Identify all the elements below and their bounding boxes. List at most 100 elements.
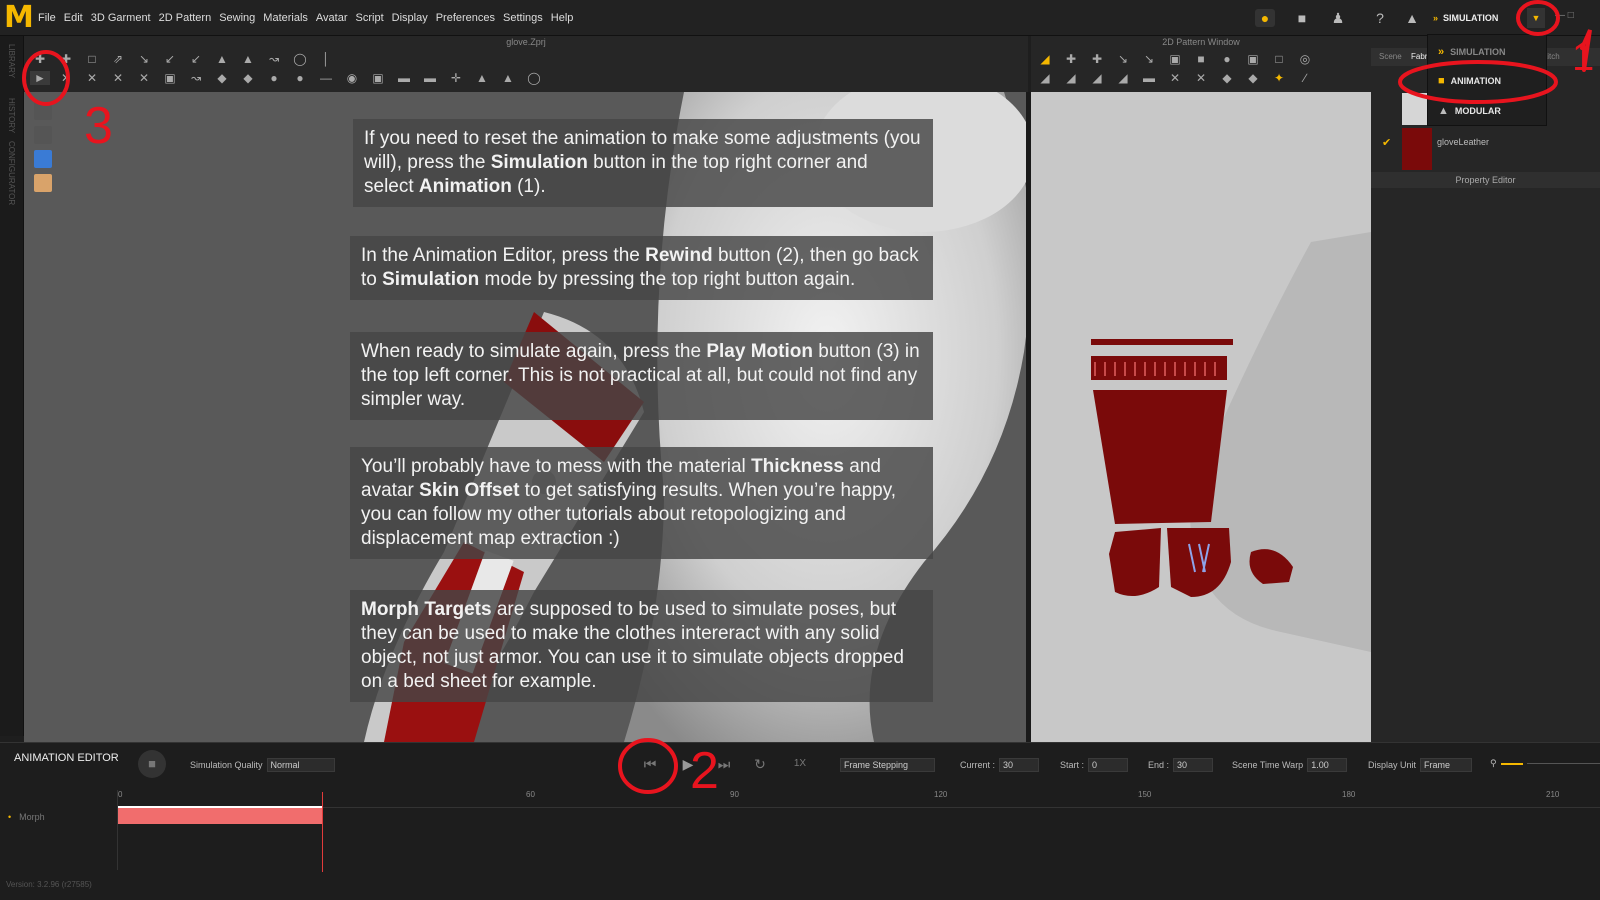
internal-rect-icon[interactable]: □ — [1269, 52, 1289, 66]
current-input[interactable]: 30 — [999, 758, 1040, 772]
tag-icon[interactable]: ▣ — [368, 71, 388, 85]
zoom-icon[interactable]: ⚲ — [1490, 758, 1497, 769]
dart-icon[interactable]: ◢ — [1035, 71, 1055, 85]
select-move-icon[interactable]: ✚ — [30, 52, 50, 66]
mode-dropdown-button[interactable]: ▼ — [1527, 8, 1545, 28]
morph-keyframe-range[interactable] — [118, 808, 322, 824]
window-controls[interactable]: — □ — [1555, 10, 1574, 21]
stitch-icon[interactable]: ✕ — [56, 71, 76, 85]
texture-icon[interactable] — [34, 150, 52, 168]
brush2-icon[interactable]: ↙ — [186, 52, 206, 66]
button-icon[interactable]: ◆ — [238, 71, 258, 85]
stitch4-icon[interactable]: ✕ — [134, 71, 154, 85]
cut-icon[interactable]: ↘ — [1113, 52, 1133, 66]
segment-sew-icon[interactable]: ◢ — [1061, 71, 1081, 85]
pattern-cuff[interactable] — [1093, 390, 1227, 524]
menu-preferences[interactable]: Preferences — [436, 12, 495, 24]
play-motion-icon[interactable]: ► — [30, 71, 50, 85]
ring-icon[interactable]: ◉ — [342, 71, 362, 85]
transform-icon[interactable]: ✚ — [56, 52, 76, 66]
pattern-finger-left[interactable] — [1109, 528, 1161, 596]
avatar-display-icon[interactable] — [34, 102, 52, 120]
edit-curve-icon[interactable]: ✚ — [1087, 52, 1107, 66]
stitch3-icon[interactable]: ✕ — [108, 71, 128, 85]
fast-forward-icon[interactable]: ⏭ — [712, 754, 736, 774]
fabric-name[interactable]: gloveLeather — [1437, 137, 1489, 147]
timeline-ruler[interactable]: 0 60 90 120 150 180 210 — [118, 790, 1600, 808]
texture-edit-icon[interactable]: ◆ — [1243, 71, 1263, 85]
pin2-icon[interactable]: ✛ — [446, 71, 466, 85]
property-editor-header[interactable]: Property Editor — [1371, 172, 1600, 188]
start-input[interactable]: 0 — [1088, 758, 1129, 772]
stitch2-icon[interactable]: ✕ — [82, 71, 102, 85]
ruler-icon[interactable]: ▬ — [394, 71, 414, 85]
frame-mode-select[interactable]: Frame Stepping — [840, 758, 935, 772]
user-icon[interactable]: ♟ — [1328, 9, 1348, 27]
speaker-icon[interactable]: ■ — [1292, 9, 1312, 27]
skin-icon[interactable] — [34, 174, 52, 192]
menu-2d-pattern[interactable]: 2D Pattern — [159, 12, 212, 24]
globe-icon[interactable]: ◯ — [524, 71, 544, 85]
circle-shape-icon[interactable]: ● — [1217, 52, 1237, 66]
connect-icon[interactable]: ● — [1255, 9, 1275, 27]
menu-avatar[interactable]: Avatar — [316, 12, 348, 24]
menu-settings[interactable]: Settings — [503, 12, 543, 24]
pattern-strip[interactable] — [1091, 339, 1233, 345]
line-icon[interactable]: — — [316, 71, 336, 85]
tshirt-icon[interactable]: ▲ — [1402, 9, 1422, 27]
tab-scene[interactable]: Scene — [1379, 52, 1402, 61]
curve-point-icon[interactable]: ↘ — [1139, 52, 1159, 66]
edit-point-icon[interactable]: ✚ — [1061, 52, 1081, 66]
circle-icon[interactable]: ● — [290, 71, 310, 85]
play-icon[interactable]: ▶ — [676, 754, 700, 774]
menu-materials[interactable]: Materials — [263, 12, 308, 24]
pattern-band[interactable] — [1091, 356, 1227, 380]
2d-pattern-viewport[interactable] — [1031, 92, 1371, 742]
shirt-arrange-icon[interactable]: ▲ — [238, 52, 258, 66]
notch-icon[interactable]: ◆ — [1217, 71, 1237, 85]
rewind-icon[interactable]: ⏮ — [638, 754, 662, 774]
box-select-icon[interactable]: □ — [82, 52, 102, 66]
loop-icon[interactable]: ↻ — [748, 754, 772, 774]
playhead[interactable] — [322, 792, 323, 872]
mode-item-simulation[interactable]: » SIMULATION — [1438, 46, 1505, 58]
zipper-icon[interactable]: ◆ — [212, 71, 232, 85]
end-input[interactable]: 30 — [1173, 758, 1214, 772]
fabric-swatch-default[interactable] — [1402, 93, 1430, 125]
copy-icon[interactable]: ▣ — [160, 71, 180, 85]
measure-icon[interactable]: │ — [316, 52, 336, 66]
menu-script[interactable]: Script — [356, 12, 384, 24]
hanger-icon[interactable]: ▲ — [472, 71, 492, 85]
pin-icon[interactable]: ↘ — [134, 52, 154, 66]
free-sew-icon[interactable]: ◢ — [1087, 71, 1107, 85]
fold-line-icon[interactable]: ▬ — [1139, 71, 1159, 85]
record-camera-icon[interactable]: ■ — [138, 750, 166, 778]
track-morph[interactable]: • Morph — [0, 808, 118, 826]
tab-library[interactable]: LIBRARY — [7, 44, 16, 78]
lasso-icon[interactable]: ◯ — [290, 52, 310, 66]
seam-icon[interactable]: ↝ — [186, 71, 206, 85]
menu-file[interactable]: File — [38, 12, 56, 24]
sim-quality-select[interactable]: Normal — [266, 758, 335, 772]
tack-icon[interactable]: ↝ — [264, 52, 284, 66]
graphic-icon[interactable]: ✦ — [1269, 71, 1289, 85]
display-unit-select[interactable]: Frame — [1420, 758, 1473, 772]
fold-icon[interactable]: ⇗ — [108, 52, 128, 66]
pleat-icon[interactable]: ✕ — [1191, 71, 1211, 85]
fabric-swatch-leather[interactable] — [1402, 128, 1432, 170]
mode-item-modular[interactable]: ▲ MODULAR — [1438, 105, 1501, 117]
ruler2-icon[interactable]: ▬ — [420, 71, 440, 85]
avatar-toggle-icon[interactable] — [34, 126, 52, 144]
menu-help[interactable]: Help — [551, 12, 574, 24]
tab-history[interactable]: HISTORY — [7, 98, 16, 133]
pattern-select-icon[interactable]: ◢ — [1035, 52, 1055, 66]
polygon-icon[interactable]: ▣ — [1165, 52, 1185, 66]
zoom-slider[interactable] — [1500, 762, 1523, 765]
grain-icon[interactable]: ∕ — [1295, 71, 1315, 85]
time-warp-input[interactable]: 1.00 — [1307, 758, 1348, 772]
internal-polygon-icon[interactable]: ▣ — [1243, 52, 1263, 66]
simulation-mode-button[interactable]: » SIMULATION — [1433, 8, 1533, 28]
menu-display[interactable]: Display — [392, 12, 428, 24]
speed-button[interactable]: 1X — [788, 754, 812, 774]
mode-item-animation[interactable]: ■ ANIMATION — [1438, 75, 1501, 87]
